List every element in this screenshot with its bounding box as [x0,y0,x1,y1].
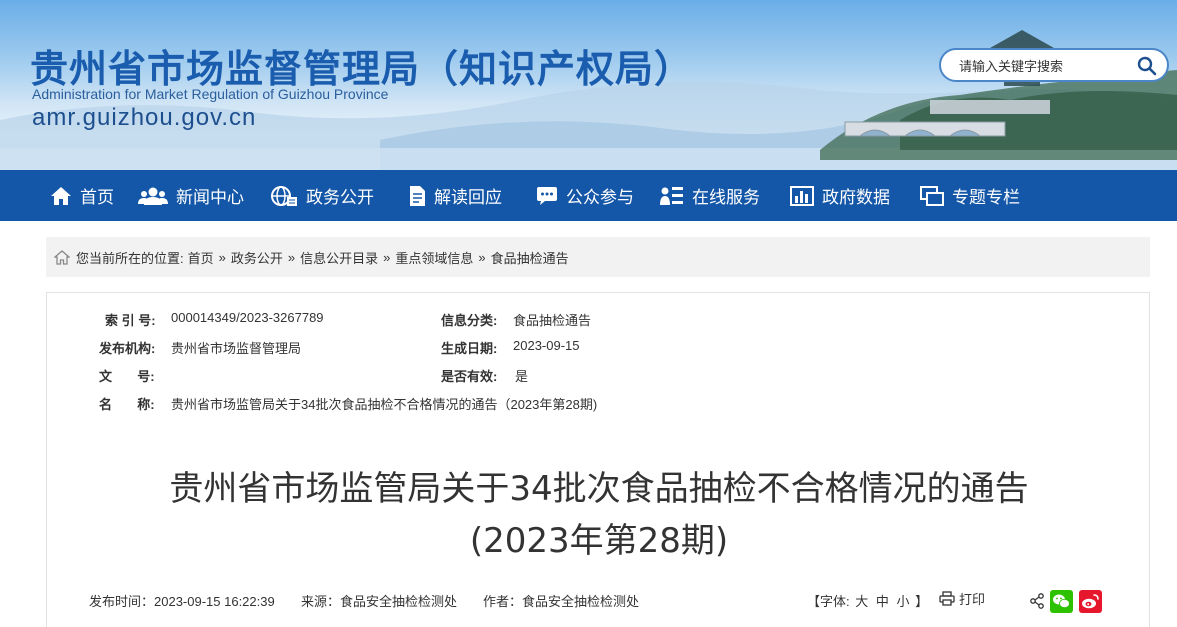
article-title-line2: (2023年第28期) [469,521,729,561]
wechat-icon[interactable] [1050,590,1073,613]
main-nav: 首页 新闻中心 政务公开 解读回应 公众参与 在线服务 政府数据 专题专栏 [0,170,1177,221]
nav-item-label: 解读回应 [434,188,502,207]
site-subtitle-en: Administration for Market Regulation of … [32,86,389,102]
search-icon[interactable] [1137,56,1157,76]
date-value: 2023-09-15 [513,338,580,353]
share-icon[interactable] [1029,593,1045,609]
home-icon [51,186,71,205]
nav-item-home[interactable]: 首页 [50,170,114,221]
breadcrumb-separator: » [383,249,391,265]
breadcrumb-item-gov-affairs[interactable]: 政务公开 [231,248,283,267]
article-source: 来源：食品安全抽检检测处 [301,594,458,609]
category-label: 信息分类: [441,313,498,328]
nav-item-special-column[interactable]: 专题专栏 [920,170,1020,221]
validity-value: 是 [515,369,529,384]
nav-item-participation[interactable]: 公众参与 [536,170,634,221]
breadcrumb-item-current[interactable]: 食品抽检通告 [491,248,569,267]
document-icon [410,185,425,206]
search-box [939,48,1169,82]
nav-item-gov-affairs[interactable]: 政务公开 [270,170,374,221]
breadcrumb: 您当前所在的位置: 首页 » 政务公开 » 信息公开目录 » 重点领域信息 » … [46,237,1150,277]
search-input[interactable] [959,56,1129,76]
home-icon [54,249,70,265]
bar-chart-icon [790,185,814,206]
nav-item-label: 新闻中心 [176,188,244,207]
article-title-line1: 贵州省市场监管局关于34批次食品抽检不合格情况的通告 [169,469,1029,509]
printer-icon [939,591,955,606]
nav-item-label: 政府数据 [822,188,890,207]
nav-item-label: 公众参与 [566,188,634,207]
font-size-small[interactable]: 小 [897,594,910,609]
user-list-icon [660,186,683,205]
name-value: 贵州省市场监管局关于34批次食品抽检不合格情况的通告（2023年第28期) [171,397,598,412]
font-size-medium[interactable]: 中 [876,594,889,609]
font-size-label: 【字体: [807,594,850,609]
breadcrumb-prefix: 您当前所在的位置: [76,250,184,266]
site-header: 贵州省市场监督管理局（知识产权局） Administration for Mar… [0,0,1177,170]
breadcrumb-item-home[interactable]: 首页 [188,248,214,267]
font-size-large[interactable]: 大 [855,594,868,609]
globe-icon [271,185,297,206]
name-label: 名 称: [99,397,155,412]
breadcrumb-item-catalog[interactable]: 信息公开目录 [300,248,378,267]
people-icon [138,187,168,205]
breadcrumb-separator: » [287,249,296,265]
article-card: 索 引 号: 000014349/2023-3267789 信息分类: 食品抽检… [46,292,1150,627]
print-label: 打印 [959,592,986,607]
doc-number-label: 文 号: [99,369,155,384]
nav-item-label: 首页 [80,188,114,207]
date-label: 生成日期: [441,341,498,356]
nav-item-online-service[interactable]: 在线服务 [660,170,760,221]
index-value: 000014349/2023-3267789 [171,310,324,325]
site-title: 贵州省市场监督管理局（知识产权局） [30,47,694,91]
nav-item-interpretation[interactable]: 解读回应 [408,170,502,221]
index-label: 索 引 号: [105,313,156,328]
breadcrumb-separator: » [218,249,226,265]
breadcrumb-separator: » [478,249,486,265]
nav-item-label: 专题专栏 [952,188,1020,207]
nav-item-label: 在线服务 [692,188,760,207]
nav-item-gov-data[interactable]: 政府数据 [790,170,890,221]
validity-label: 是否有效: [441,369,498,384]
windows-icon [920,185,944,206]
font-size-control: 【字体: 大 中 小 】 [807,591,928,610]
site-url: amr.guizhou.gov.cn [32,104,257,131]
chat-icon [537,186,557,205]
publisher-value: 贵州省市场监督管理局 [171,341,302,356]
publisher-label: 发布机构: [99,341,156,356]
breadcrumb-item-key-areas[interactable]: 重点领域信息 [395,248,473,267]
nav-item-label: 政务公开 [306,188,374,207]
publish-time: 发布时间：2023-09-15 16:22:39 [89,594,275,609]
nav-item-news[interactable]: 新闻中心 [138,170,244,221]
category-value: 食品抽检通告 [513,313,592,328]
weibo-icon[interactable] [1079,590,1102,613]
article-author: 作者：食品安全抽检检测处 [483,594,640,609]
font-size-label-close: 】 [915,594,929,609]
print-button[interactable]: 打印 [939,589,985,608]
